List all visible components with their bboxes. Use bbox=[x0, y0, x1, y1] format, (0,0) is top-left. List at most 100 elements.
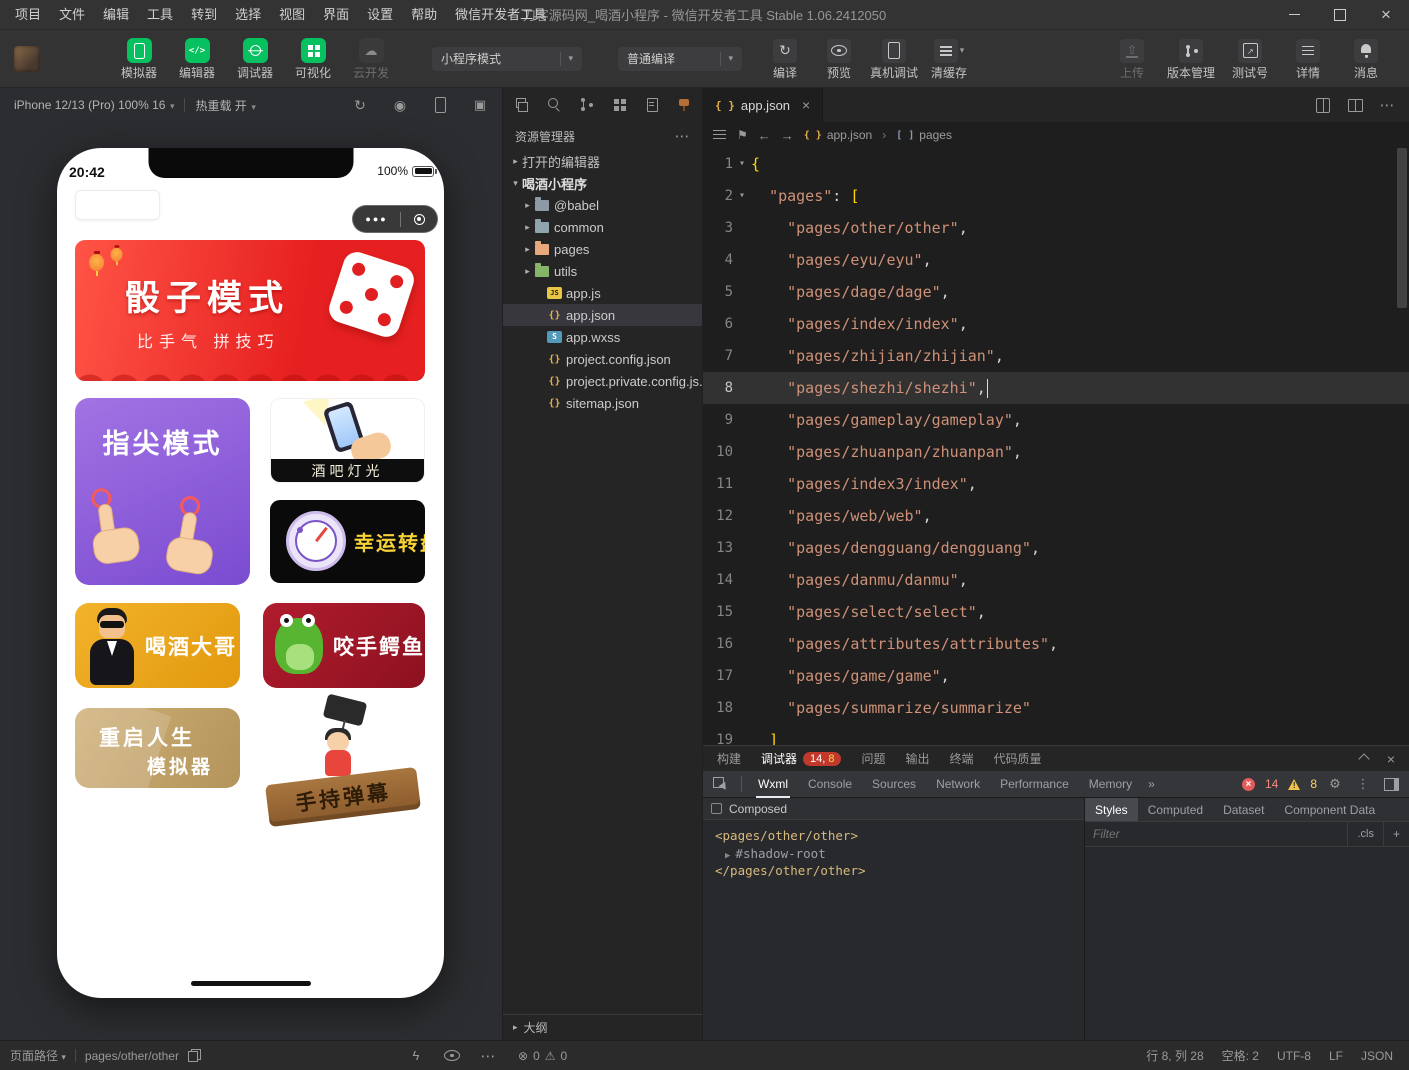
code-line[interactable]: 4 "pages/eyu/eyu", bbox=[703, 244, 1409, 276]
menu-item-工具[interactable]: 工具 bbox=[138, 0, 182, 30]
forward-icon[interactable]: → bbox=[781, 128, 794, 143]
tile-restart-life[interactable]: 重启人生 模拟器 bbox=[75, 708, 240, 788]
current-page-path[interactable]: pages/other/other bbox=[85, 1049, 179, 1063]
status-item[interactable]: LF bbox=[1329, 1049, 1343, 1063]
toolbar-button-云开发[interactable]: 云开发 bbox=[348, 38, 394, 79]
toolbar-button-消息[interactable]: 消息 bbox=[1343, 39, 1389, 79]
split-editor-icon[interactable] bbox=[1347, 97, 1363, 113]
tree-item-sitemap.json[interactable]: {}sitemap.json bbox=[503, 392, 702, 414]
devtools-tab-Sources[interactable]: Sources bbox=[870, 771, 918, 798]
device-selector[interactable]: iPhone 12/13 (Pro) 100% 16 ▾ bbox=[14, 98, 174, 112]
tile-bar-light[interactable]: 酒吧灯光 bbox=[270, 398, 425, 483]
styles-tab-Dataset[interactable]: Dataset bbox=[1213, 798, 1274, 821]
compile-mode-select[interactable]: 普通编译 ▾ bbox=[618, 47, 742, 71]
capsule-home-icon[interactable] bbox=[414, 214, 425, 225]
toolbar-button-模拟器[interactable]: 模拟器 bbox=[116, 38, 162, 79]
explorer-section-喝酒小程序[interactable]: ▾喝酒小程序 bbox=[503, 172, 702, 194]
action-button-真机调试[interactable]: 真机调试 bbox=[870, 39, 918, 79]
code-editor[interactable]: 1▾{2▾ "pages": [3 "pages/other/other",4 … bbox=[703, 148, 1409, 745]
hot-reload-toggle[interactable]: 热重载 开 ▾ bbox=[195, 97, 255, 114]
menu-item-项目[interactable]: 项目 bbox=[6, 0, 50, 30]
tree-item-app.wxss[interactable]: Sapp.wxss bbox=[503, 326, 702, 348]
menu-item-视图[interactable]: 视图 bbox=[270, 0, 314, 30]
fold-arrow-icon[interactable]: ▾ bbox=[733, 148, 751, 180]
bolt-icon[interactable] bbox=[408, 1048, 424, 1064]
status-item[interactable]: UTF-8 bbox=[1277, 1049, 1311, 1063]
code-line[interactable]: 11 "pages/index3/index", bbox=[703, 468, 1409, 500]
gear-icon[interactable] bbox=[1327, 776, 1343, 792]
tree-item-utils[interactable]: ▸utils bbox=[503, 260, 702, 282]
status-item[interactable]: 行 8, 列 28 bbox=[1146, 1047, 1203, 1064]
dock-icon[interactable] bbox=[1383, 776, 1399, 792]
error-count-icon[interactable]: × bbox=[1242, 778, 1255, 791]
action-button-编译[interactable]: 编译 bbox=[762, 39, 808, 79]
code-line[interactable]: 2▾ "pages": [ bbox=[703, 180, 1409, 212]
expand-arrow-icon[interactable]: ▶ bbox=[725, 851, 730, 861]
code-line[interactable]: 8 "pages/shezhi/shezhi", bbox=[703, 372, 1409, 404]
collapse-panel-icon[interactable] bbox=[1359, 752, 1369, 762]
toolbar-button-详情[interactable]: 详情 bbox=[1285, 39, 1331, 79]
debugger-panel-tab-输出[interactable]: 输出 bbox=[905, 750, 929, 767]
tree-item-common[interactable]: ▸common bbox=[503, 216, 702, 238]
outline-icon[interactable] bbox=[713, 130, 727, 140]
tab-app-json[interactable]: { } app.json × bbox=[703, 88, 823, 122]
more-dots-icon[interactable]: ●●● bbox=[365, 214, 387, 224]
devtools-tab-Wxml[interactable]: Wxml bbox=[756, 771, 790, 798]
outline-section[interactable]: ▸ 大纲 bbox=[503, 1014, 702, 1040]
open-preview-icon[interactable] bbox=[1315, 97, 1331, 113]
close-panel-icon[interactable]: × bbox=[1387, 752, 1395, 766]
code-line[interactable]: 1▾{ bbox=[703, 148, 1409, 180]
menu-item-转到[interactable]: 转到 bbox=[182, 0, 226, 30]
menu-item-设置[interactable]: 设置 bbox=[358, 0, 402, 30]
banner-tile-dice-mode[interactable]: 骰子模式 比手气 拼技巧 bbox=[75, 240, 425, 381]
code-line[interactable]: 3 "pages/other/other", bbox=[703, 212, 1409, 244]
devtools-tab-Memory[interactable]: Memory bbox=[1087, 771, 1134, 798]
branch-icon[interactable] bbox=[579, 97, 593, 113]
screenshot-icon[interactable] bbox=[472, 97, 488, 113]
code-line[interactable]: 6 "pages/index/index", bbox=[703, 308, 1409, 340]
record-icon[interactable] bbox=[392, 97, 408, 113]
code-line[interactable]: 14 "pages/danmu/danmu", bbox=[703, 564, 1409, 596]
menu-item-选择[interactable]: 选择 bbox=[226, 0, 270, 30]
window-icon[interactable] bbox=[515, 97, 529, 113]
devtools-tab-Network[interactable]: Network bbox=[934, 771, 982, 798]
tile-handheld-danmu[interactable]: 手持弹幕 bbox=[265, 700, 425, 822]
status-item[interactable]: 空格: 2 bbox=[1222, 1047, 1259, 1064]
wxml-shadow-root[interactable]: ▶#shadow-root bbox=[715, 845, 1072, 863]
add-style-button[interactable]: + bbox=[1383, 822, 1409, 846]
more-icon[interactable] bbox=[480, 1048, 496, 1064]
eye-icon[interactable] bbox=[444, 1048, 460, 1064]
tile-lucky-wheel[interactable]: 幸运转盘 bbox=[270, 500, 425, 583]
problems-indicator[interactable]: ⊗ 0 ⚠ 0 bbox=[518, 1049, 567, 1063]
code-line[interactable]: 7 "pages/zhijian/zhijian", bbox=[703, 340, 1409, 372]
grid-icon[interactable] bbox=[612, 97, 626, 113]
page-path-selector[interactable]: 页面路径 ▾ bbox=[10, 1047, 66, 1064]
tree-item-project.config.json[interactable]: {}project.config.json bbox=[503, 348, 702, 370]
tile-drink-brother[interactable]: 喝酒大哥 bbox=[75, 603, 240, 688]
code-line[interactable]: 18 "pages/summarize/summarize" bbox=[703, 692, 1409, 724]
tile-bite-crocodile[interactable]: 咬手鳄鱼 bbox=[263, 603, 425, 688]
action-button-预览[interactable]: 预览 bbox=[816, 39, 862, 79]
code-line[interactable]: 9 "pages/gameplay/gameplay", bbox=[703, 404, 1409, 436]
tab-overflow-icon[interactable]: » bbox=[1148, 777, 1155, 791]
action-button-清缓存[interactable]: ▾清缓存 bbox=[926, 39, 972, 79]
breadcrumb-file[interactable]: { } app.json bbox=[804, 128, 872, 142]
more-icon[interactable] bbox=[1379, 97, 1395, 113]
toolbar-button-可视化[interactable]: 可视化 bbox=[290, 38, 336, 79]
back-icon[interactable]: ← bbox=[758, 128, 771, 143]
files-icon[interactable] bbox=[644, 97, 658, 113]
tree-item-@babel[interactable]: ▸@babel bbox=[503, 194, 702, 216]
warning-count-icon[interactable] bbox=[1288, 779, 1300, 790]
composed-checkbox[interactable] bbox=[711, 803, 722, 814]
code-line[interactable]: 5 "pages/dage/dage", bbox=[703, 276, 1409, 308]
close-tab-icon[interactable]: × bbox=[802, 97, 810, 113]
tree-item-project.private.config.js...[interactable]: {}project.private.config.js... bbox=[503, 370, 702, 392]
explorer-section-打开的编辑器[interactable]: ▸打开的编辑器 bbox=[503, 150, 702, 172]
close-icon[interactable] bbox=[1363, 0, 1409, 30]
breadcrumb-node[interactable]: [ ] pages bbox=[896, 128, 952, 142]
editor-scrollbar[interactable] bbox=[1397, 148, 1407, 308]
devtools-tab-Console[interactable]: Console bbox=[806, 771, 854, 798]
wxml-open-tag[interactable]: <pages/other/other> bbox=[715, 827, 1072, 845]
fold-arrow-icon[interactable]: ▾ bbox=[733, 180, 751, 212]
menu-item-编辑[interactable]: 编辑 bbox=[94, 0, 138, 30]
